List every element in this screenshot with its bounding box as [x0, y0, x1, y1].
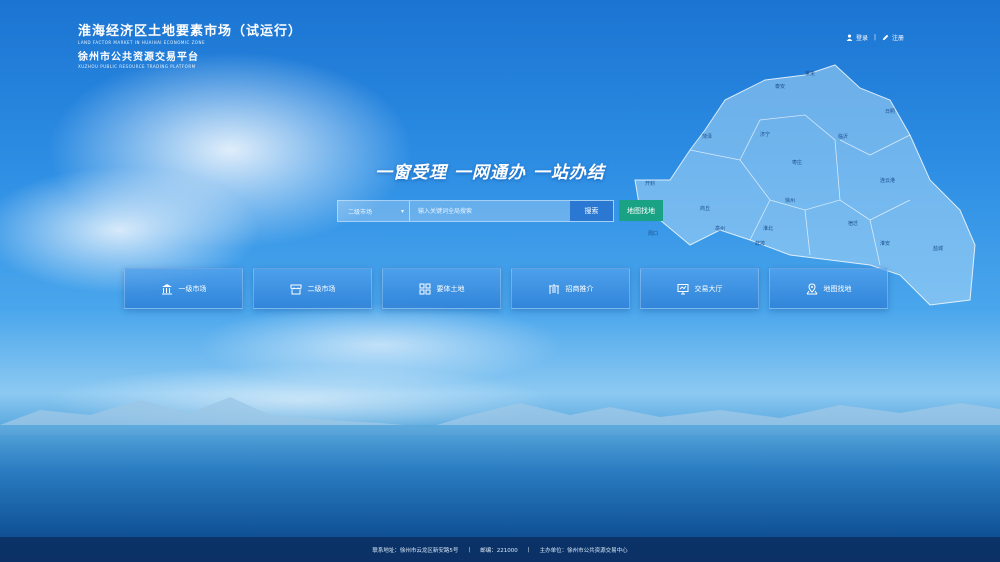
map-city: 蚌埠: [755, 240, 765, 247]
login-label: 登录: [855, 35, 868, 42]
footer-separator: |: [468, 546, 471, 553]
map-city: 济宁: [760, 131, 770, 138]
footer-postcode: 邮编：221000: [480, 547, 518, 554]
map-city: 亳州: [715, 225, 725, 232]
login-link[interactable]: 登录: [846, 33, 868, 42]
register-label: 注册: [891, 35, 904, 42]
monitor-icon: [677, 283, 688, 294]
site-subtitle-en: XUZHOU PUBLIC RESOURCE TRADING PLATFORM: [78, 64, 196, 69]
nav-secondary-market[interactable]: 二级市场: [253, 268, 372, 309]
sea-decoration: [0, 425, 1000, 537]
nav-label: 招商推介: [565, 284, 594, 293]
chevron-down-icon: ▾: [400, 207, 404, 215]
map-city: 菏泽: [702, 133, 712, 140]
map-city: 泰安: [775, 83, 785, 90]
auth-links: 登录 | 注册: [846, 33, 904, 42]
grid-icon: [419, 283, 430, 294]
market-select[interactable]: 二级市场 ▾: [338, 201, 410, 221]
market-select-value: 二级市场: [348, 208, 373, 216]
footer-separator: |: [527, 546, 530, 553]
site-header: 淮海经济区土地要素市场（试运行） LAND FACTOR MARKET IN H…: [78, 20, 302, 69]
site-subtitle: 徐州市公共资源交易平台: [78, 52, 199, 63]
site-title-en: LAND FACTOR MARKET IN HUAIHAI ECONOMIC Z…: [78, 40, 205, 45]
search-bar: 二级市场 ▾ 搜索: [337, 200, 614, 222]
nav-label: 一级市场: [178, 284, 207, 293]
register-link[interactable]: 注册: [882, 33, 904, 42]
map-city: 淮北: [763, 225, 773, 232]
building-icon: [548, 283, 559, 294]
bank-icon: [161, 283, 172, 294]
footer-organizer: 主办单位：徐州市公共资源交易中心: [539, 547, 628, 554]
map-city: 莱芜: [805, 70, 815, 77]
map-city: 周口: [648, 231, 658, 237]
map-city: 淮安: [880, 240, 890, 247]
map-city: 临沂: [838, 133, 848, 140]
map-city: 连云港: [880, 177, 895, 184]
nav-label: 地图找地: [823, 284, 852, 293]
auth-separator: |: [873, 34, 876, 41]
pencil-icon: [882, 34, 889, 41]
map-search-button[interactable]: 地图找地: [619, 200, 663, 221]
nav-investment[interactable]: 招商推介: [511, 268, 630, 309]
search-input[interactable]: [410, 201, 570, 221]
site-title: 淮海经济区土地要素市场（试运行）: [78, 24, 303, 39]
nav-label: 二级市场: [307, 284, 336, 293]
user-icon: [846, 34, 853, 41]
map-city: 枣庄: [792, 159, 802, 166]
nav-label: 要体土地: [436, 284, 465, 293]
map-city: 宿迁: [848, 220, 858, 227]
store-icon: [290, 284, 301, 294]
nav-cards: 一级市场 二级市场 要体土地 招商推介 交易大厅 地图找地: [124, 268, 888, 309]
nav-trading-hall[interactable]: 交易大厅: [640, 268, 759, 309]
nav-map-search[interactable]: 地图找地: [769, 268, 888, 309]
footer: 联系地址：徐州市云龙区新安路5号 | 邮编：221000 | 主办单位：徐州市公…: [0, 537, 1000, 562]
map-city: 商丘: [700, 205, 710, 212]
nav-primary-market[interactable]: 一级市场: [124, 268, 243, 309]
map-city: 开封: [645, 180, 655, 187]
map-city: 日照: [885, 109, 895, 115]
footer-address: 联系地址：徐州市云龙区新安路5号: [372, 547, 459, 554]
map-pin-icon: [806, 282, 817, 294]
map-city: 徐州: [785, 197, 795, 204]
search-button[interactable]: 搜索: [570, 201, 613, 221]
nav-label: 交易大厅: [694, 284, 723, 293]
map-city: 盐城: [933, 245, 943, 252]
nav-land[interactable]: 要体土地: [382, 268, 501, 309]
slogan: 一窗受理 一网通办 一站办结: [375, 163, 605, 183]
